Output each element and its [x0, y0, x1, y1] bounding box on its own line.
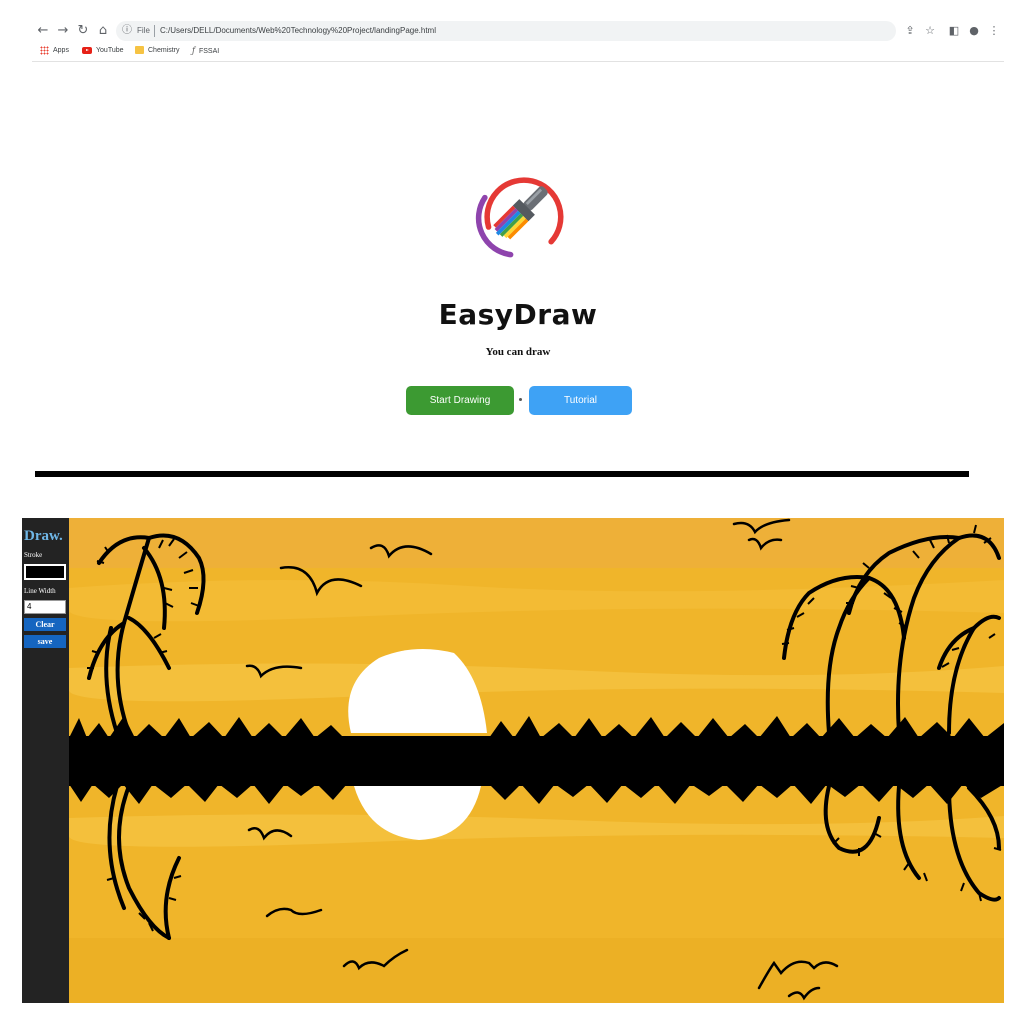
forward-icon[interactable]: →: [54, 20, 72, 42]
bookmark-label: FSSAI: [198, 47, 220, 55]
folder-icon: [135, 46, 144, 55]
info-icon[interactable]: ⓘ: [122, 21, 132, 41]
profile-icon[interactable]: ●: [966, 20, 982, 42]
page-title: EasyDraw: [438, 298, 598, 331]
reload-icon[interactable]: ↻: [74, 20, 92, 42]
star-icon[interactable]: ☆: [922, 20, 938, 42]
stroke-label: Stroke: [24, 551, 43, 559]
stroke-color-picker[interactable]: [24, 564, 66, 580]
drawing-app: Draw. Stroke Line Width 4 Clear save: [22, 518, 1004, 1003]
toolbar-sidebar: Draw. Stroke Line Width 4 Clear save: [22, 518, 69, 1003]
stroke-color-swatch: [26, 566, 64, 578]
url-text[interactable]: C:/Users/DELL/Documents/Web%20Technology…: [160, 21, 436, 41]
app-brand: Draw.: [24, 528, 63, 544]
side-panel-icon[interactable]: ◧: [946, 20, 962, 42]
bookmark-apps[interactable]: Apps: [40, 44, 69, 58]
apps-icon: [40, 45, 49, 55]
youtube-icon: [82, 46, 92, 54]
section-divider: [35, 471, 969, 477]
home-icon[interactable]: ⌂: [94, 20, 112, 42]
save-button[interactable]: save: [24, 635, 66, 648]
bookmark-label: Apps: [53, 47, 69, 54]
url-separator: [154, 25, 155, 37]
paintbrush-logo-icon: [475, 177, 564, 258]
bookmark-label: Chemistry: [148, 47, 180, 54]
address-bar[interactable]: ⓘ File C:/Users/DELL/Documents/Web%20Tec…: [116, 21, 896, 41]
bookmark-chemistry[interactable]: Chemistry: [135, 44, 180, 58]
bookmark-fssai[interactable]: ƒ FSSAI: [192, 44, 219, 58]
drawing-canvas[interactable]: [69, 518, 1004, 1003]
page-subtitle: You can draw: [485, 346, 551, 358]
bookmark-label: YouTube: [96, 47, 124, 54]
line-width-label: Line Width: [24, 587, 56, 595]
line-width-input[interactable]: 4: [24, 600, 66, 614]
separator-dot: [519, 398, 522, 401]
browser-toolbar: ← → ↻ ⌂ ⓘ File C:/Users/DELL/Documents/W…: [32, 20, 1004, 42]
bookmarks-bar: Apps YouTube Chemistry ƒ FSSAI: [32, 44, 432, 58]
clear-button[interactable]: Clear: [24, 618, 66, 631]
share-icon[interactable]: ⇪: [902, 20, 918, 42]
back-icon[interactable]: ←: [34, 20, 52, 42]
menu-icon[interactable]: ⋮: [986, 20, 1002, 42]
function-icon: ƒ: [192, 46, 195, 55]
start-drawing-button[interactable]: Start Drawing: [406, 386, 514, 415]
bookmark-youtube[interactable]: YouTube: [82, 44, 124, 58]
browser-chrome: ← → ↻ ⌂ ⓘ File C:/Users/DELL/Documents/W…: [32, 18, 1004, 62]
url-scheme: File: [137, 26, 150, 35]
tutorial-button[interactable]: Tutorial: [529, 386, 632, 415]
